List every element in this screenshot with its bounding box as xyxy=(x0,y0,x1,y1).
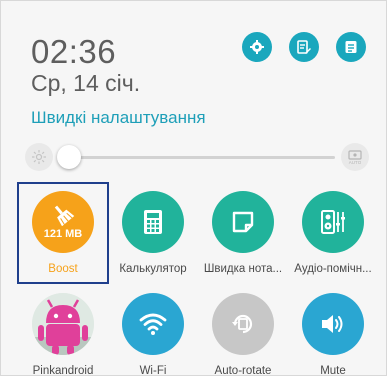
tile-calculator[interactable]: Калькулятор xyxy=(108,183,198,283)
tile-label: Швидка нота... xyxy=(203,263,283,275)
mute-circle[interactable] xyxy=(302,293,364,355)
quick-memo-circle[interactable] xyxy=(212,191,274,253)
audio-wizard-icon xyxy=(321,210,345,234)
clock: 02:36 xyxy=(31,33,117,70)
auto-label: AUTO xyxy=(349,160,362,165)
tile-auto-rotate[interactable]: Auto-rotate xyxy=(198,285,288,376)
wifi-icon xyxy=(139,313,167,335)
brightness-low-icon xyxy=(25,143,53,171)
quick-settings-panel: 02:36 Ср, 14 січ. Швидкі налаштування AU… xyxy=(0,0,387,376)
tile-label: Аудіо-помічн... xyxy=(294,263,372,275)
calculator-icon xyxy=(144,210,162,234)
speaker-icon xyxy=(322,315,343,333)
tile-audio-wizard[interactable]: Аудіо-помічн... xyxy=(288,183,378,283)
tile-label: Auto-rotate xyxy=(214,365,272,376)
quick-memo-icon xyxy=(232,211,254,233)
boost-circle[interactable]: 121 MB xyxy=(32,191,94,253)
tile-user-profile[interactable]: Pinkandroid xyxy=(18,285,108,376)
avatar[interactable] xyxy=(32,293,94,355)
date: Ср, 14 січ. xyxy=(31,70,141,96)
notes-icon xyxy=(345,41,357,53)
wifi-circle[interactable] xyxy=(122,293,184,355)
auto-brightness-icon: AUTO xyxy=(348,150,362,165)
settings-button[interactable] xyxy=(242,32,272,62)
auto-rotate-circle[interactable] xyxy=(212,293,274,355)
brightness-track xyxy=(59,156,335,159)
notes-button[interactable] xyxy=(336,32,366,62)
tile-wifi[interactable]: Wi-Fi xyxy=(108,285,198,376)
brightness-slider[interactable]: AUTO xyxy=(23,142,371,172)
quick-settings-title: Швидкі налаштування xyxy=(31,108,206,127)
tile-label: Mute xyxy=(320,365,346,376)
auto-brightness-button[interactable]: AUTO xyxy=(341,143,369,171)
avatar-icon xyxy=(32,293,94,355)
tile-label: Калькулятор xyxy=(119,263,187,275)
auto-rotate-icon xyxy=(232,314,253,334)
tile-label: Boost xyxy=(48,263,78,275)
memory-freed-value: 121 MB xyxy=(43,228,83,240)
brightness-thumb[interactable] xyxy=(57,145,81,169)
tile-quick-memo[interactable]: Швидка нота... xyxy=(198,183,288,283)
audio-wizard-circle[interactable] xyxy=(302,191,364,253)
gear-icon xyxy=(250,40,264,54)
tile-boost[interactable]: 121 MB Boost xyxy=(18,183,108,283)
tile-label: Pinkandroid xyxy=(32,365,94,376)
tile-mute[interactable]: Mute xyxy=(288,285,378,376)
edit-icon xyxy=(297,40,311,54)
broom-icon xyxy=(54,205,75,226)
edit-button[interactable] xyxy=(289,32,319,62)
tile-label: Wi-Fi xyxy=(139,365,167,376)
calculator-circle[interactable] xyxy=(122,191,184,253)
